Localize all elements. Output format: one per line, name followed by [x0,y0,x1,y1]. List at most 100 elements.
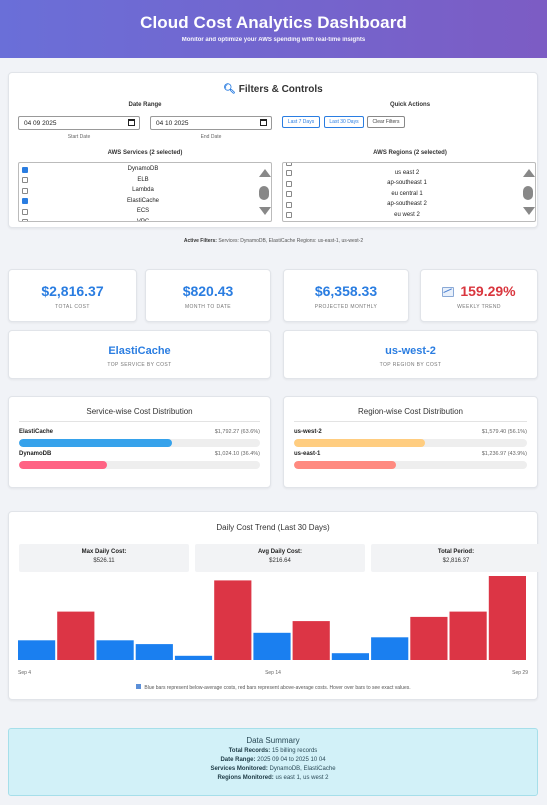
calendar-icon[interactable] [128,119,135,126]
service-option[interactable]: ElastiCache [19,197,271,208]
region-distribution-card: Region-wise Cost Distribution us-west-2 … [283,396,538,488]
service-dist-bar [19,439,173,447]
top-region-value: us-west-2 [385,345,436,357]
scroll-thumb[interactable] [523,186,533,200]
region-checkbox[interactable] [286,201,292,208]
region-checkbox[interactable] [286,170,292,176]
region-option-label: eu west 2 [394,211,420,218]
service-option-label: ELB [137,176,149,183]
scroll-down-icon[interactable] [259,207,271,215]
end-date-input[interactable]: 04 10 2025 [150,116,272,130]
divider [294,421,527,422]
top-region-label: TOP REGION BY COST [379,362,442,368]
service-dist-row: ElastiCache $1,792.27 (63.6%) [19,429,260,449]
region-dist-row: us-east-1 $1,236.97 (43.9%) [294,451,527,471]
region-option[interactable]: eu west 2 [283,211,535,222]
summary-records: Total Records: 15 billing records [228,748,318,754]
service-option[interactable]: DynamoDB [19,165,271,176]
region-option-label: eu central 1 [391,190,423,197]
summary-regions: Regions Monitored: us east 1, us west 2 [217,775,329,781]
regions-scrollbar[interactable] [521,163,535,221]
chart-bar[interactable] [214,580,252,660]
region-option-label: ap-southeast 2 [387,201,427,207]
services-scrollbar[interactable] [257,163,271,221]
chart-bar[interactable] [135,644,173,660]
service-checkbox[interactable] [22,166,28,173]
service-option[interactable]: ELB [19,176,271,187]
services-listbox[interactable]: DynamoDB ELB Lambda ElastiCache ECS VPC [18,162,272,222]
start-date-input[interactable]: 04 09 2025 [18,116,140,130]
filters-title: 🔍︎ Filters & Controls [223,84,323,95]
projected-monthly-card: $6,358.33 PROJECTED MONTHLY [283,269,409,322]
top-service-value: ElastiCache [108,345,171,357]
chart-bar[interactable] [371,637,409,660]
chart-note: Blue bars represent below-average costs,… [0,684,547,691]
region-option[interactable]: us east 2 [283,169,535,180]
service-option[interactable]: Lambda [19,186,271,197]
daily-cost-bar-chart: Sep 4 Sep 14 Sep 29 [18,576,528,676]
region-option-label: us west 1 [394,162,420,165]
service-checkbox[interactable] [22,219,28,221]
chart-bar[interactable] [18,640,56,660]
page-header: Cloud Cost Analytics Dashboard Monitor a… [0,0,547,58]
chart-bar[interactable] [331,653,369,660]
region-dist-row: us-west-2 $1,579.40 (56.1%) [294,429,527,449]
start-date-label: Start Date [67,134,91,140]
services-label: AWS Services (2 selected) [107,150,183,156]
service-dist-bar [19,461,107,469]
active-filters: Active Filters: Services: DynamoDB, Elas… [183,238,364,244]
service-checkbox[interactable] [22,208,28,215]
chart-bar[interactable] [410,616,448,660]
divider [19,421,260,422]
chart-bar[interactable] [174,655,213,660]
weekly-trend-label: WEEKLY TREND [457,304,501,310]
chart-bar[interactable] [253,632,291,660]
scroll-up-icon[interactable] [259,169,271,177]
chart-bar[interactable] [292,621,330,660]
projected-monthly-value: $6,358.33 [314,283,378,299]
region-dist-bar [294,461,397,469]
region-checkbox[interactable] [286,163,292,166]
service-option[interactable]: ECS [19,207,271,218]
chart-bar[interactable] [449,611,487,660]
info-icon [136,684,142,689]
region-checkbox[interactable] [286,212,292,218]
service-option[interactable]: VPC [19,218,271,221]
total-cost-label: TOTAL COST [55,304,90,310]
service-option-label: ElastiCache [126,197,159,204]
top-service-label: TOP SERVICE BY COST [107,362,172,368]
scroll-thumb[interactable] [259,186,269,200]
region-option-label: us east 2 [394,169,420,176]
service-option-label: ECS [136,208,150,214]
service-checkbox[interactable] [22,198,28,204]
region-distribution-title: Region-wise Cost Distribution [358,407,463,416]
region-option[interactable]: ap-southeast 2 [283,200,535,211]
region-checkbox[interactable] [286,180,292,187]
scroll-up-icon[interactable] [523,169,535,177]
data-summary-panel: Data Summary Total Records: 15 billing r… [8,728,538,796]
service-distribution-title: Service-wise Cost Distribution [86,407,193,416]
last-30-days-button[interactable]: Last 30 Days [324,116,364,128]
regions-listbox[interactable]: us west 1 us east 2 ap-southeast 1 eu centr… [282,162,536,222]
chart-bar[interactable] [96,640,134,660]
daily-trend-title: Daily Cost Trend (Last 30 Days) [216,523,330,532]
calendar-icon[interactable] [260,119,267,126]
summary-date-range: Date Range: 2025 09 04 to 2025 10 04 [220,757,326,763]
service-checkbox[interactable] [22,187,28,194]
clear-filters-button[interactable]: Clear Filters [367,116,405,128]
region-option[interactable]: ap-southeast 1 [283,179,535,190]
date-range-label: Date Range [128,102,162,108]
scroll-down-icon[interactable] [523,207,535,215]
service-checkbox[interactable] [22,177,28,183]
region-checkbox[interactable] [286,191,292,197]
last-7-days-button[interactable]: Last 7 Days [282,116,320,128]
region-option[interactable]: eu central 1 [283,190,535,201]
x-tick-label: Sep 4 [18,670,31,676]
total-cost-value: $2,816.37 [41,283,104,299]
projected-monthly-label: PROJECTED MONTHLY [314,304,378,310]
chart-bar[interactable] [57,611,95,660]
month-to-date-value: $820.43 [182,283,234,299]
chart-bar[interactable] [488,576,526,660]
page-title: Cloud Cost Analytics Dashboard [140,13,407,32]
x-tick-label: Sep 29 [512,670,528,676]
